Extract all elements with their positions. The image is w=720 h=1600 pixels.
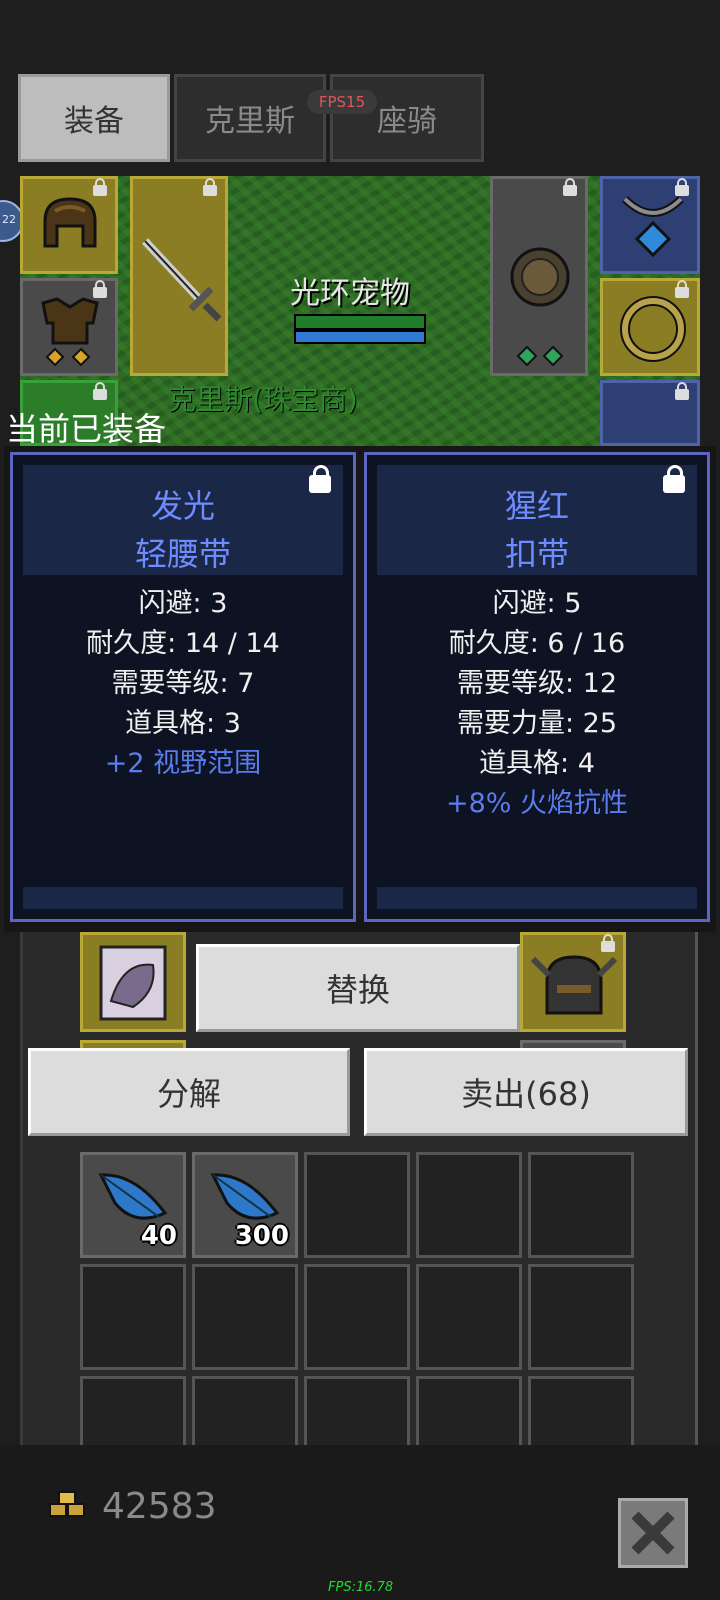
ring-icon — [620, 296, 686, 362]
bonus-line: +8% 火焰抗性 — [445, 788, 629, 819]
slot-armor[interactable] — [20, 278, 118, 376]
lock-icon — [563, 178, 577, 197]
armor-icon — [41, 297, 99, 345]
slot-offhand[interactable] — [490, 176, 588, 376]
slot-ring-2[interactable] — [600, 380, 700, 446]
horned-helmet-icon — [530, 955, 618, 1015]
monster-card-icon — [99, 945, 167, 1021]
fps-counter: FPS:16.78 — [328, 1580, 394, 1595]
close-button[interactable] — [618, 1498, 688, 1568]
inventory-slot[interactable] — [80, 1264, 186, 1370]
inventory-slot[interactable] — [528, 1264, 634, 1370]
tab-equipment[interactable]: 装备 — [18, 74, 170, 162]
stat-line: 需要等级: 12 — [456, 668, 618, 699]
helmet-icon — [43, 197, 97, 248]
inventory-slot[interactable] — [416, 1152, 522, 1258]
equipped-item-panel: 发光 轻腰带 闪避: 3 耐久度: 14 / 14 需要等级: 7 道具格: 3… — [10, 452, 356, 922]
tab-character[interactable]: 克里斯 — [174, 74, 326, 162]
stat-line: 道具格: 3 — [125, 708, 241, 739]
item-name: 轻腰带 — [134, 535, 231, 573]
gem-icon — [45, 347, 91, 367]
inventory-slot[interactable] — [528, 1152, 634, 1258]
inventory-slot[interactable] — [304, 1376, 410, 1456]
gold-coins-icon — [49, 1491, 85, 1517]
shield-icon — [510, 247, 570, 307]
item-prefix: 猩红 — [504, 487, 569, 525]
close-icon — [631, 1511, 675, 1555]
slot-helmet[interactable] — [20, 176, 118, 274]
fps-badge: FPS15 — [307, 90, 377, 114]
tab-mount[interactable]: 座骑 — [330, 74, 484, 162]
stat-line: 闪避: 5 — [492, 588, 582, 619]
inventory-slot[interactable]: 40 — [80, 1152, 186, 1258]
bonus-line: +2 视野范围 — [104, 748, 262, 779]
slot-weapon[interactable] — [130, 176, 228, 376]
inventory-slot[interactable] — [416, 1376, 522, 1456]
mana-bar — [294, 330, 426, 344]
panel-footer — [377, 887, 697, 909]
gold-amount: 42583 — [102, 1486, 217, 1527]
stat-line: 道具格: 4 — [479, 748, 595, 779]
inventory-slot[interactable] — [416, 1264, 522, 1370]
sell-button[interactable]: 卖出(68) — [364, 1048, 688, 1136]
panel-footer — [23, 887, 343, 909]
gem-icon — [516, 345, 564, 367]
pet-name: 光环宠物 — [290, 276, 410, 311]
item-name: 扣带 — [504, 535, 569, 573]
lock-icon — [203, 178, 217, 197]
stat-line: 耐久度: 14 / 14 — [86, 628, 280, 659]
lock-icon — [93, 382, 107, 401]
health-bar — [294, 314, 426, 330]
stat-line: 需要力量: 25 — [456, 708, 618, 739]
inventory-slot[interactable] — [80, 1376, 186, 1456]
item-quantity: 40 — [140, 1221, 177, 1251]
slot-amulet[interactable] — [600, 176, 700, 274]
inventory-slot[interactable] — [304, 1152, 410, 1258]
replace-button[interactable]: 替换 — [196, 944, 520, 1032]
sword-icon — [142, 238, 222, 322]
amulet-icon — [622, 196, 684, 258]
stat-line: 需要等级: 7 — [111, 668, 255, 699]
inventory-slot[interactable] — [528, 1376, 634, 1456]
selected-item-panel: 猩红 扣带 闪避: 5 耐久度: 6 / 16 需要等级: 12 需要力量: 2… — [364, 452, 710, 922]
inventory-slot[interactable] — [192, 1264, 298, 1370]
slot-ring-1[interactable] — [600, 278, 700, 376]
inventory-slot[interactable] — [520, 932, 626, 1032]
item-quantity: 300 — [234, 1221, 289, 1251]
inventory-slot[interactable] — [304, 1264, 410, 1370]
item-prefix: 发光 — [150, 487, 215, 525]
stat-line: 耐久度: 6 / 16 — [448, 628, 626, 659]
stat-line: 闪避: 3 — [138, 588, 228, 619]
level-badge-text: 22 — [2, 213, 16, 226]
currently-equipped-label: 当前已装备 — [6, 410, 167, 448]
inventory-slot[interactable] — [192, 1376, 298, 1456]
inventory-slot[interactable]: 300 — [192, 1152, 298, 1258]
salvage-button[interactable]: 分解 — [28, 1048, 350, 1136]
character-name: 克里斯(珠宝商) — [168, 383, 358, 416]
inventory-slot[interactable] — [80, 932, 186, 1032]
lock-icon — [675, 382, 689, 401]
